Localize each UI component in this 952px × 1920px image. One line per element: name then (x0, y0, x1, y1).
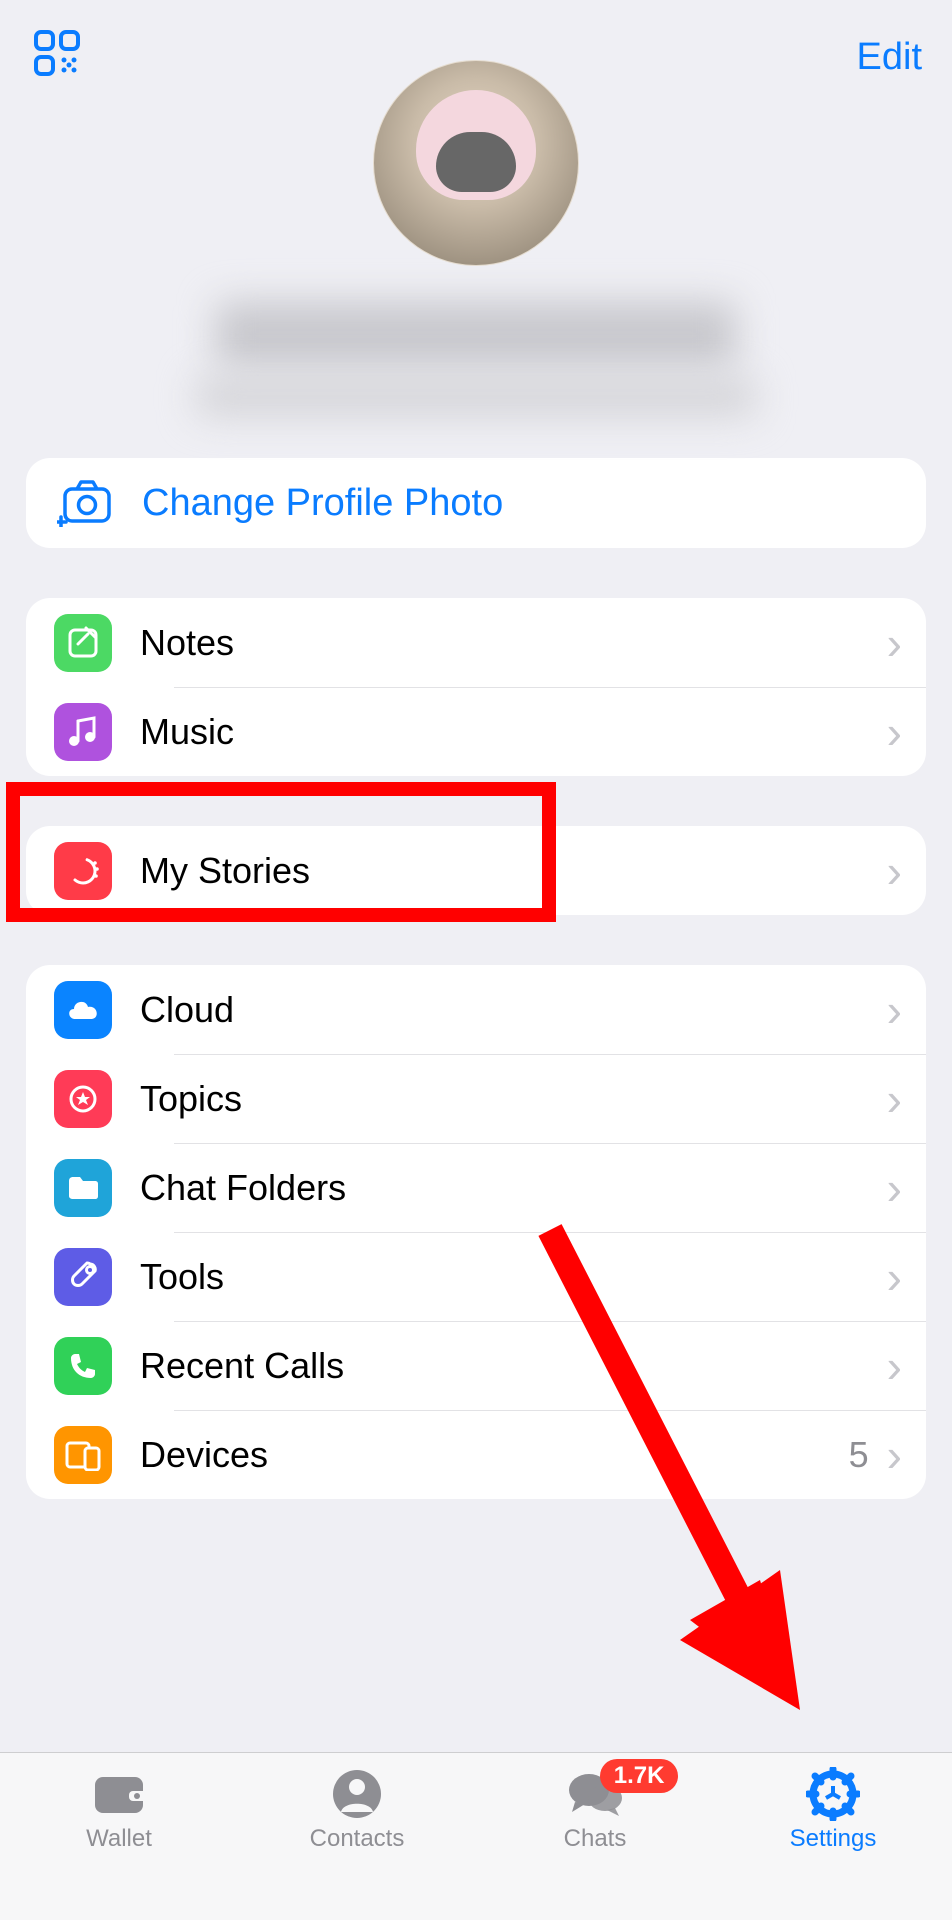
tab-label: Contacts (310, 1825, 405, 1853)
row-label: My Stories (140, 850, 881, 892)
avatar[interactable] (373, 60, 579, 266)
folder-icon (54, 1159, 112, 1217)
camera-add-icon (56, 479, 114, 527)
chevron-right-icon: › (887, 1161, 902, 1215)
chats-badge: 1.7K (600, 1759, 679, 1793)
phone-icon (54, 1337, 112, 1395)
tab-label: Settings (790, 1825, 877, 1853)
cloud-icon (54, 981, 112, 1039)
chevron-right-icon: › (887, 1428, 902, 1482)
chevron-right-icon: › (887, 1339, 902, 1393)
row-label: Cloud (140, 989, 881, 1031)
topics-icon (54, 1070, 112, 1128)
profile-subtitle-blurred (196, 378, 756, 416)
music-icon (54, 703, 112, 761)
devices-icon (54, 1426, 112, 1484)
row-label: Music (140, 711, 881, 753)
contacts-icon (331, 1767, 383, 1821)
chevron-right-icon: › (887, 705, 902, 759)
row-label: Chat Folders (140, 1167, 881, 1209)
row-label: Topics (140, 1078, 881, 1120)
tab-settings[interactable]: Settings (714, 1767, 952, 1853)
group-notes-music: Notes › Music › (26, 598, 926, 776)
row-label: Notes (140, 622, 881, 664)
tab-label: Chats (564, 1825, 627, 1853)
group-my-stories: My Stories › (26, 826, 926, 915)
change-profile-photo-row[interactable]: Change Profile Photo (26, 458, 926, 548)
qr-icon (34, 30, 80, 76)
chevron-right-icon: › (887, 1072, 902, 1126)
change-photo-group: Change Profile Photo (26, 458, 926, 548)
tab-chats[interactable]: 1.7K Chats (476, 1767, 714, 1853)
profile-name-blurred (216, 302, 736, 368)
row-chat-folders[interactable]: Chat Folders › (26, 1143, 926, 1232)
change-photo-label: Change Profile Photo (142, 482, 503, 525)
profile-header (0, 60, 952, 416)
row-topics[interactable]: Topics › (26, 1054, 926, 1143)
chevron-right-icon: › (887, 983, 902, 1037)
tab-wallet[interactable]: Wallet (0, 1767, 238, 1853)
tab-bar: Wallet Contacts 1.7K Chats Settings (0, 1752, 952, 1920)
wallet-icon (89, 1767, 149, 1821)
row-label: Devices (140, 1434, 849, 1476)
row-devices[interactable]: Devices 5 › (26, 1410, 926, 1499)
qr-button[interactable] (34, 30, 80, 81)
tab-contacts[interactable]: Contacts (238, 1767, 476, 1853)
row-value: 5 (849, 1434, 869, 1476)
stories-icon (54, 842, 112, 900)
wrench-icon (54, 1248, 112, 1306)
row-recent-calls[interactable]: Recent Calls › (26, 1321, 926, 1410)
row-cloud[interactable]: Cloud › (26, 965, 926, 1054)
chevron-right-icon: › (887, 844, 902, 898)
row-notes[interactable]: Notes › (26, 598, 926, 687)
chevron-right-icon: › (887, 616, 902, 670)
row-my-stories[interactable]: My Stories › (26, 826, 926, 915)
edit-button[interactable]: Edit (857, 36, 922, 79)
gear-icon (806, 1767, 860, 1821)
row-label: Tools (140, 1256, 881, 1298)
group-main-settings: Cloud › Topics › Chat Folders › (26, 965, 926, 1499)
row-tools[interactable]: Tools › (26, 1232, 926, 1321)
notes-icon (54, 614, 112, 672)
row-label: Recent Calls (140, 1345, 881, 1387)
row-music[interactable]: Music › (26, 687, 926, 776)
tab-label: Wallet (86, 1825, 152, 1853)
chevron-right-icon: › (887, 1250, 902, 1304)
